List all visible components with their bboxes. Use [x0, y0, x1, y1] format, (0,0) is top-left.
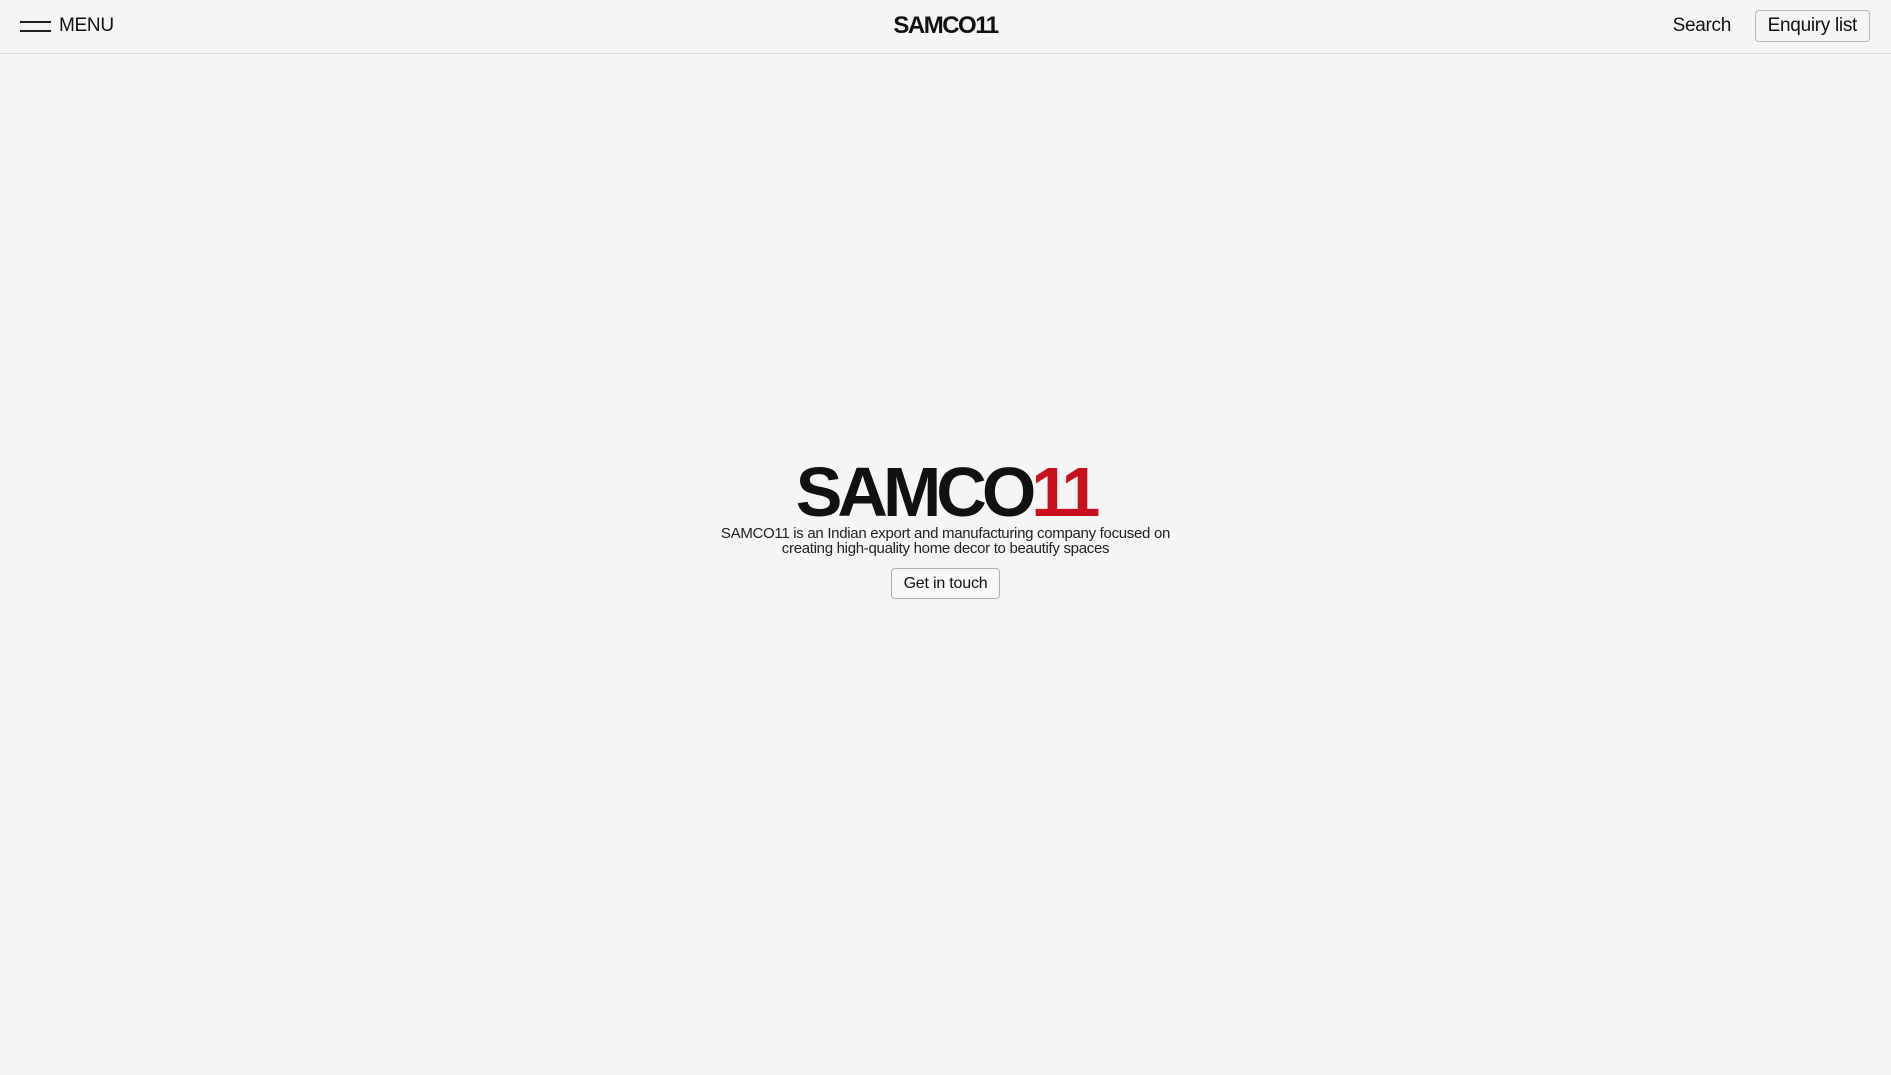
- header-logo[interactable]: SAMCO11: [0, 12, 1891, 40]
- hero-logo-letters: SAMCO: [795, 453, 1037, 531]
- site-header: MENU SAMCO11 Search Enquiry list: [0, 0, 1891, 54]
- get-in-touch-button[interactable]: Get in touch: [890, 568, 1001, 599]
- hero-description: SAMCO11 is an Indian export and manufact…: [720, 525, 1171, 557]
- hero-section: SAMCO11 SAMCO11 is an Indian export and …: [0, 457, 1891, 599]
- enquiry-list-button[interactable]: Enquiry list: [1754, 10, 1870, 42]
- hero-logo: SAMCO11: [0, 457, 1891, 527]
- search-link[interactable]: Search: [1673, 15, 1732, 37]
- hero-logo-number: 11: [1031, 453, 1100, 531]
